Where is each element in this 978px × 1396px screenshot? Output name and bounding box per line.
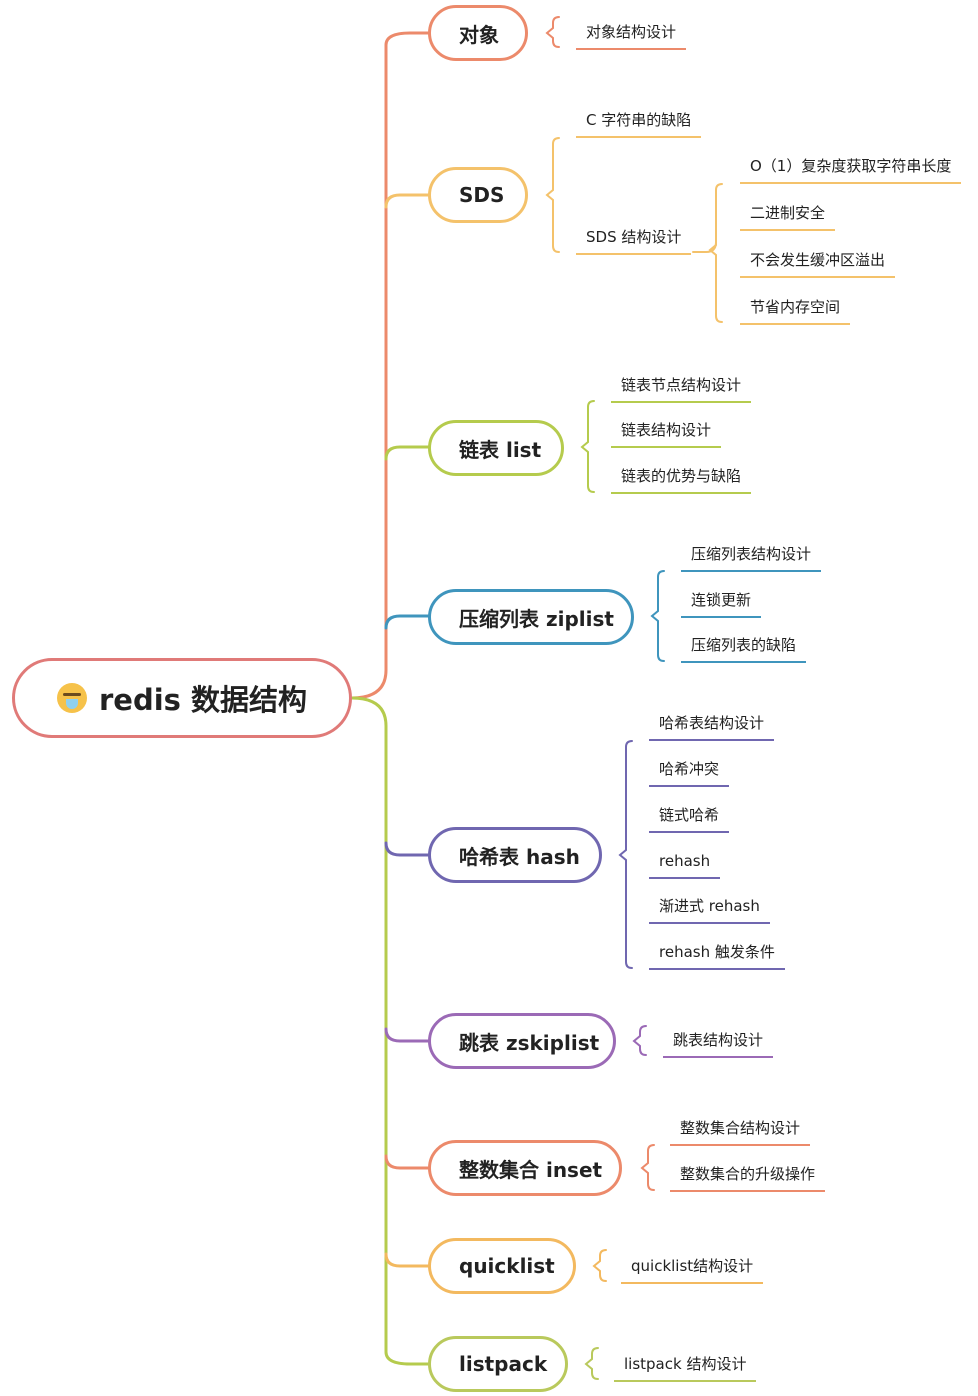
subtopic[interactable]: 链表节点结构设计 xyxy=(611,375,752,403)
topic-label: 跳表 zskiplist xyxy=(459,1030,600,1055)
topic-branch xyxy=(384,841,430,857)
topic-object[interactable]: 对象 xyxy=(428,5,528,61)
bracket-list xyxy=(580,400,595,493)
topic-branch xyxy=(384,445,430,461)
subtopic[interactable]: 哈希冲突 xyxy=(649,759,730,787)
subtopic-label: 链表节点结构设计 xyxy=(621,376,742,394)
subtopic-label: 二进制安全 xyxy=(750,204,826,222)
subtopic[interactable]: 对象结构设计 xyxy=(576,22,687,50)
bracket-ziplist xyxy=(650,570,665,662)
bracket-object xyxy=(545,16,560,48)
topic-label: quicklist xyxy=(459,1254,555,1278)
topic-list[interactable]: 链表 list xyxy=(428,420,564,476)
trunk-upper xyxy=(350,31,430,700)
bracket-inset xyxy=(640,1144,655,1191)
subtopic[interactable]: quicklist结构设计 xyxy=(621,1256,764,1284)
subtopic-label: 链式哈希 xyxy=(659,806,720,824)
subtopic-label: C 字符串的缺陷 xyxy=(586,111,692,129)
subtopic-label: 连锁更新 xyxy=(691,591,752,609)
subtopic[interactable]: 整数集合结构设计 xyxy=(670,1118,811,1146)
topic-branch xyxy=(384,1027,430,1043)
subtopic-label: 链表结构设计 xyxy=(621,421,712,439)
subtopic-detail[interactable]: 二进制安全 xyxy=(740,203,836,231)
subtopic-detail[interactable]: O（1）复杂度获取字符串长度 xyxy=(740,156,962,184)
topic-branch xyxy=(384,193,430,209)
topic-listpack[interactable]: listpack xyxy=(428,1336,568,1392)
topic-zskiplist[interactable]: 跳表 zskiplist xyxy=(428,1013,616,1069)
subtopic[interactable]: listpack 结构设计 xyxy=(614,1354,757,1382)
subtopic[interactable]: 链式哈希 xyxy=(649,805,730,833)
subtopic-label: 跳表结构设计 xyxy=(673,1031,764,1049)
topic-quicklist[interactable]: quicklist xyxy=(428,1238,576,1294)
subtopic-label: 压缩列表的缺陷 xyxy=(691,636,797,654)
subtopic[interactable]: 压缩列表结构设计 xyxy=(681,544,822,572)
topic-hash[interactable]: 哈希表 hash xyxy=(428,827,602,883)
topic-branch xyxy=(384,1252,430,1268)
topic-branch xyxy=(384,1154,430,1170)
subtopic-label: 对象结构设计 xyxy=(586,23,677,41)
subtopic-label: rehash 触发条件 xyxy=(659,943,775,961)
topic-label: 压缩列表 ziplist xyxy=(459,606,614,631)
topic-label: 链表 list xyxy=(459,437,542,462)
subtopic[interactable]: 链表结构设计 xyxy=(611,420,722,448)
subtopic-label: 节省内存空间 xyxy=(750,298,841,316)
topic-ziplist[interactable]: 压缩列表 ziplist xyxy=(428,589,634,645)
bracket-hash xyxy=(618,740,633,969)
subtopic-label: 哈希表结构设计 xyxy=(659,714,765,732)
subtopic-label: quicklist结构设计 xyxy=(631,1257,754,1275)
bracket-listpack xyxy=(584,1347,599,1380)
subtopic-detail[interactable]: 节省内存空间 xyxy=(740,297,851,325)
bracket-sds xyxy=(545,137,560,253)
subtopic-label: 渐进式 rehash xyxy=(659,897,760,915)
subtopic[interactable]: 哈希表结构设计 xyxy=(649,713,775,741)
subtopic-label: 压缩列表结构设计 xyxy=(691,545,812,563)
subtopic-label: SDS 结构设计 xyxy=(586,228,682,246)
subtopic-label: 哈希冲突 xyxy=(659,760,720,778)
topic-inset[interactable]: 整数集合 inset xyxy=(428,1140,622,1196)
subtopic[interactable]: 链表的优势与缺陷 xyxy=(611,466,752,494)
topic-label: 整数集合 inset xyxy=(459,1157,603,1182)
topic-label: 哈希表 hash xyxy=(459,844,580,869)
bracket-sds-design xyxy=(708,183,723,323)
subtopic[interactable]: 压缩列表的缺陷 xyxy=(681,635,807,663)
bracket-quicklist xyxy=(592,1249,607,1282)
subtopic-label: listpack 结构设计 xyxy=(624,1355,747,1373)
subtopic[interactable]: 整数集合的升级操作 xyxy=(670,1164,826,1192)
subtopic-label: 不会发生缓冲区溢出 xyxy=(750,251,886,269)
subtopic[interactable]: SDS 结构设计 xyxy=(576,227,692,255)
subtopic[interactable]: rehash xyxy=(649,851,721,879)
bracket-zskiplist xyxy=(632,1025,647,1056)
topic-label: SDS xyxy=(459,183,505,207)
subtopic[interactable]: C 字符串的缺陷 xyxy=(576,110,702,138)
subtopic-label: 整数集合结构设计 xyxy=(680,1119,801,1137)
subtopic-label: O（1）复杂度获取字符串长度 xyxy=(750,157,952,175)
root-label: redis 数据结构 xyxy=(98,683,308,717)
topic-branch xyxy=(384,614,430,630)
root-node[interactable]: redis 数据结构 xyxy=(12,658,352,738)
subtopic[interactable]: 渐进式 rehash xyxy=(649,896,770,924)
subtopic-detail[interactable]: 不会发生缓冲区溢出 xyxy=(740,250,896,278)
subtopic-label: 链表的优势与缺陷 xyxy=(621,467,742,485)
subtopic-label: 整数集合的升级操作 xyxy=(680,1165,816,1183)
subtopic-label: rehash xyxy=(659,852,711,870)
crying-face-emoji-icon xyxy=(56,683,87,713)
topic-label: 对象 xyxy=(459,22,499,47)
topic-label: listpack xyxy=(459,1352,548,1376)
subtopic[interactable]: rehash 触发条件 xyxy=(649,942,785,970)
subtopic[interactable]: 跳表结构设计 xyxy=(663,1030,774,1058)
subtopic[interactable]: 连锁更新 xyxy=(681,590,762,618)
topic-sds[interactable]: SDS xyxy=(428,167,528,223)
